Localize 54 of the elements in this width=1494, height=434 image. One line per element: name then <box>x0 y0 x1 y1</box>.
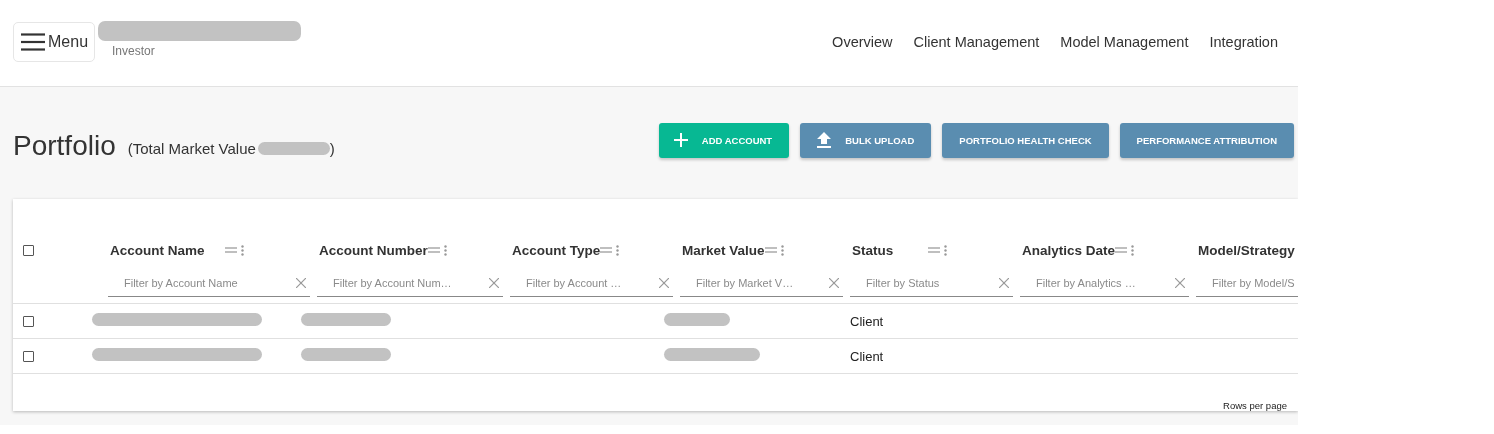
plus-icon <box>673 133 688 147</box>
table-cell: Client <box>850 348 884 364</box>
menu-icon <box>21 32 45 51</box>
filter-field[interactable]: Filter by Account Name <box>124 276 296 289</box>
action-button[interactable]: PORTFOLIO HEALTH CHECK <box>942 122 1109 158</box>
column-menu-icon[interactable] <box>616 244 620 256</box>
filter-field[interactable]: Filter by Status <box>866 276 999 289</box>
total-label: (Total Market Value <box>127 139 256 157</box>
column-menu-icon[interactable] <box>780 244 784 256</box>
nav-link[interactable]: Overview <box>832 34 893 50</box>
column-menu-icon[interactable] <box>944 244 947 256</box>
clear-icon[interactable] <box>489 277 499 288</box>
redaction-mark <box>664 313 730 326</box>
drag-handle-icon[interactable] <box>1115 247 1128 253</box>
menu-button[interactable]: Menu <box>13 21 96 62</box>
column-header[interactable]: Model/Strategy <box>1198 242 1295 258</box>
column-header[interactable]: Status <box>852 242 894 258</box>
column-header[interactable]: Account Number <box>319 242 428 258</box>
nav-link[interactable]: Client Management <box>913 34 1040 50</box>
action-button[interactable]: PERFORMANCE ATTRIBUTION <box>1119 122 1294 158</box>
column-menu-icon[interactable] <box>443 244 447 256</box>
clear-icon[interactable] <box>829 277 839 288</box>
row-checkbox[interactable] <box>23 350 34 362</box>
closing-paren: ) <box>329 139 335 157</box>
nav-link[interactable]: Model Management <box>1060 34 1189 50</box>
column-header[interactable]: Analytics Date <box>1022 242 1116 258</box>
nav-link[interactable]: Integration <box>1209 34 1278 50</box>
upload-icon <box>817 132 832 148</box>
clear-icon[interactable] <box>296 277 306 288</box>
drag-handle-icon[interactable] <box>427 247 440 253</box>
drag-handle-icon[interactable] <box>928 247 940 253</box>
select-all-checkbox[interactable] <box>23 245 34 256</box>
rows-per-page-label: Rows per page <box>1223 400 1287 411</box>
filter-field[interactable]: Filter by Analytics … <box>1036 276 1175 289</box>
column-menu-icon[interactable] <box>1131 244 1135 256</box>
clear-icon[interactable] <box>659 277 669 288</box>
row-checkbox[interactable] <box>23 315 34 327</box>
page-title: Portfolio <box>13 130 116 162</box>
filter-field[interactable]: Filter by Model/S <box>1212 276 1298 289</box>
drag-handle-icon[interactable] <box>764 247 777 253</box>
action-button[interactable]: BULK UPLOAD <box>800 122 932 158</box>
column-header[interactable]: Account Type <box>512 242 601 258</box>
table-cell: Client <box>850 313 884 329</box>
clear-icon[interactable] <box>1175 277 1185 288</box>
column-menu-icon[interactable] <box>241 244 244 256</box>
column-header[interactable]: Market Value <box>682 242 765 258</box>
clear-icon[interactable] <box>999 277 1009 288</box>
filter-field[interactable]: Filter by Market V… <box>696 276 829 289</box>
drag-handle-icon[interactable] <box>600 247 613 253</box>
filter-field[interactable]: Filter by Account … <box>526 276 659 289</box>
filter-field[interactable]: Filter by Account Num… <box>333 276 489 289</box>
user-role: Investor <box>112 43 156 58</box>
column-header[interactable]: Account Name <box>110 242 205 258</box>
drag-handle-icon[interactable] <box>225 247 237 253</box>
